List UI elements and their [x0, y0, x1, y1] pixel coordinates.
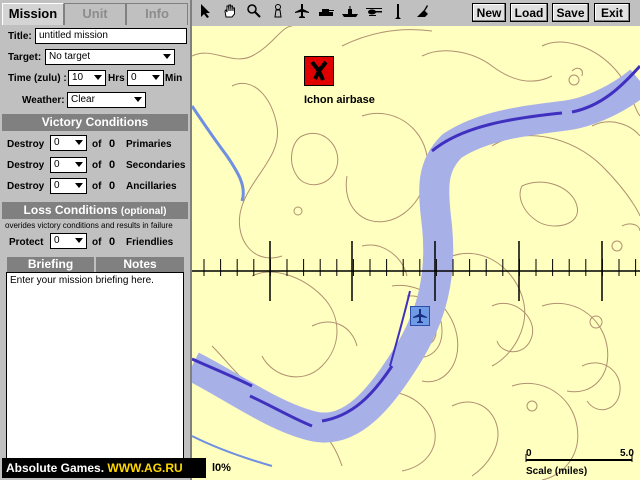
hand-icon[interactable] — [220, 3, 240, 23]
min-label: Min — [165, 73, 183, 84]
target-select-value: No target — [49, 51, 91, 62]
pawn-icon[interactable] — [268, 3, 288, 23]
friendlies-select[interactable]: 0 — [50, 233, 87, 249]
map-canvas[interactable]: Ichon airbase 0 5.0 Scale (miles) l0% — [192, 26, 640, 480]
chevron-down-icon — [75, 183, 83, 188]
loss-conditions-heading: Loss Conditions (optional) — [2, 202, 188, 219]
chevron-down-icon — [75, 140, 83, 145]
airbase-icon[interactable] — [304, 56, 334, 86]
scale-label: Scale (miles) — [526, 466, 588, 477]
target-select[interactable]: No target — [45, 49, 175, 65]
time-label: Time (zulu) : — [8, 73, 67, 84]
scale-end: 5.0 — [620, 448, 634, 459]
ancillaries-select[interactable]: 0 — [50, 178, 87, 194]
minutes-select[interactable]: 0 — [127, 70, 164, 86]
chevron-down-icon — [75, 162, 83, 167]
map-terrain — [192, 26, 640, 480]
loss-note: overides victory conditions and results … — [5, 221, 173, 230]
weather-select[interactable]: Clear — [67, 92, 146, 108]
panel-tabs: Mission Unit Info — [2, 3, 188, 25]
of-label: of — [92, 181, 102, 192]
new-button[interactable]: New — [472, 3, 506, 22]
primaries-select[interactable]: 0 — [50, 135, 87, 151]
chevron-down-icon — [163, 54, 171, 59]
protect-label: Protect — [9, 237, 44, 248]
destroy-label: Destroy — [7, 139, 45, 150]
of-label: of — [92, 139, 102, 150]
title-label: Title: — [8, 31, 32, 42]
secondaries-label: Secondaries — [126, 160, 186, 171]
primaries-count: 0 — [109, 138, 116, 150]
weather-value: Clear — [71, 94, 95, 105]
eraser-icon[interactable] — [412, 3, 432, 23]
chevron-down-icon — [75, 238, 83, 243]
load-button[interactable]: Load — [510, 3, 548, 22]
destroy-label: Destroy — [7, 181, 45, 192]
minutes-value: 0 — [131, 72, 137, 83]
missile-icon[interactable] — [388, 3, 408, 23]
arrow-pointer-icon[interactable] — [196, 3, 216, 23]
tab-info[interactable]: Info — [126, 3, 188, 25]
ship-icon[interactable] — [340, 3, 360, 23]
primaries-value: 0 — [54, 137, 60, 148]
loss-conditions-title: Loss Conditions — [23, 203, 118, 217]
optional-label: (optional) — [120, 206, 167, 217]
mission-panel: Mission Unit Info Title: untitled missio… — [0, 0, 192, 480]
watermark-url: WWW.AG.RU — [107, 461, 183, 475]
chevron-down-icon — [134, 97, 142, 102]
toolbar: New Load Save Exit — [192, 0, 640, 26]
weather-label: Weather: — [22, 95, 65, 106]
ancillaries-count: 0 — [109, 180, 116, 192]
zoom-readout: l0% — [212, 462, 231, 474]
of-label: of — [92, 237, 102, 248]
title-input[interactable]: untitled mission — [35, 28, 187, 44]
exit-button[interactable]: Exit — [594, 3, 630, 22]
chevron-down-icon — [94, 75, 102, 80]
victory-conditions-heading: Victory Conditions — [2, 114, 188, 131]
ancillaries-label: Ancillaries — [126, 181, 177, 192]
magnifier-icon[interactable] — [244, 3, 264, 23]
helicopter-icon[interactable] — [364, 3, 384, 23]
tab-briefing[interactable]: Briefing — [7, 257, 94, 272]
watermark: Absolute Games. WWW.AG.RU — [2, 458, 206, 478]
friendlies-count: 0 — [109, 236, 116, 248]
tab-unit[interactable]: Unit — [64, 3, 126, 25]
of-label: of — [92, 160, 102, 171]
hrs-label: Hrs — [108, 73, 125, 84]
chevron-down-icon — [152, 75, 160, 80]
save-button[interactable]: Save — [552, 3, 589, 22]
destroy-label: Destroy — [7, 160, 45, 171]
target-label: Target: — [8, 52, 42, 63]
aircraft-icon[interactable] — [292, 3, 312, 23]
secondaries-value: 0 — [54, 159, 60, 170]
airbase-label: Ichon airbase — [304, 94, 375, 106]
tab-notes[interactable]: Notes — [96, 257, 184, 272]
secondaries-count: 0 — [109, 159, 116, 171]
scale-start: 0 — [526, 448, 532, 459]
friendlies-label: Friendlies — [126, 237, 174, 248]
briefing-textarea[interactable]: Enter your mission briefing here. — [6, 272, 184, 460]
tank-icon[interactable] — [316, 3, 336, 23]
primaries-label: Primaries — [126, 139, 172, 150]
ancillaries-value: 0 — [54, 180, 60, 191]
friendlies-value: 0 — [54, 235, 60, 246]
aircraft-unit-icon[interactable] — [410, 306, 430, 326]
watermark-brand: Absolute Games. — [6, 461, 105, 475]
hours-value: 10 — [72, 72, 84, 83]
tab-mission[interactable]: Mission — [2, 3, 64, 25]
hours-select[interactable]: 10 — [68, 70, 106, 86]
secondaries-select[interactable]: 0 — [50, 157, 87, 173]
